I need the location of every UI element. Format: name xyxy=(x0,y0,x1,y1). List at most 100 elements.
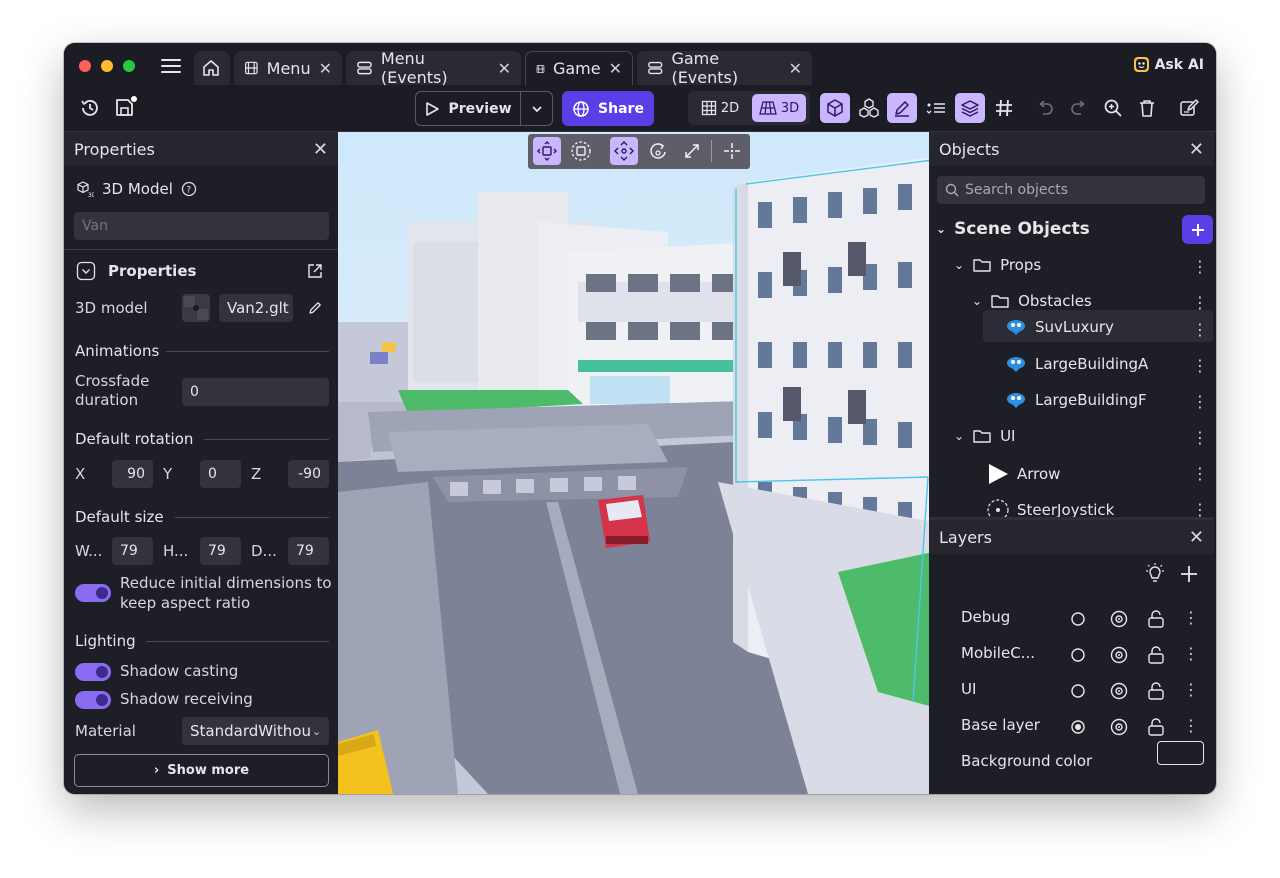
scene-objects-header[interactable]: ⌄ Scene Objects xyxy=(936,219,1090,239)
tab-home[interactable] xyxy=(194,51,230,85)
radio-unselected-icon[interactable] xyxy=(1070,611,1086,627)
visibility-eye-icon[interactable] xyxy=(1109,682,1129,700)
tree-folder-ui[interactable]: ⌄ UI xyxy=(954,427,1015,445)
crossfade-duration-input[interactable]: 0 xyxy=(182,378,329,406)
close-panel-icon[interactable]: ✕ xyxy=(1189,139,1204,160)
rotate-tool-button[interactable] xyxy=(644,137,672,165)
search-objects-input[interactable]: Search objects xyxy=(937,176,1205,204)
undo-button[interactable] xyxy=(1030,93,1060,123)
pencil-icon[interactable] xyxy=(307,300,323,320)
tree-object-suvluxury[interactable]: SuvLuxury xyxy=(1005,318,1114,336)
open-external-icon[interactable] xyxy=(307,263,323,283)
tab-game-events[interactable]: Game (Events) ✕ xyxy=(637,49,812,87)
scene-properties-button[interactable] xyxy=(1175,93,1205,123)
material-select[interactable]: StandardWithou xyxy=(182,717,329,745)
insert-object-button[interactable] xyxy=(820,93,850,123)
more-options-icon[interactable]: ⋮ xyxy=(1192,320,1208,339)
ask-ai-button[interactable]: Ask AI xyxy=(1133,56,1204,73)
select-tool-button[interactable] xyxy=(567,137,595,165)
add-object-button[interactable] xyxy=(1182,215,1213,244)
rotation-y-input[interactable]: 0 xyxy=(200,460,241,488)
help-icon[interactable]: ? xyxy=(181,181,197,197)
tree-object-largebuildingf[interactable]: LargeBuildingF xyxy=(1005,391,1147,409)
close-tab-icon[interactable]: ✕ xyxy=(319,59,332,78)
redo-button[interactable] xyxy=(1064,93,1094,123)
scene-viewport[interactable] xyxy=(338,132,933,794)
close-tab-icon[interactable]: ✕ xyxy=(609,59,622,78)
mode-2d-button[interactable]: 2D xyxy=(694,94,746,122)
depth-input[interactable]: 79 xyxy=(288,537,329,565)
properties-toggle-button[interactable] xyxy=(887,93,917,123)
tab-menu-events[interactable]: Menu (Events) ✕ xyxy=(346,49,521,87)
more-options-icon[interactable]: ⋮ xyxy=(1192,257,1208,276)
height-input[interactable]: 79 xyxy=(200,537,241,565)
layer-row-base-layer[interactable]: Base layer ⋮ xyxy=(961,708,1213,744)
layers-toggle-button[interactable] xyxy=(955,93,985,123)
unlock-icon[interactable] xyxy=(1147,645,1165,665)
unlock-icon[interactable] xyxy=(1147,681,1165,701)
more-options-icon[interactable]: ⋮ xyxy=(1192,464,1208,483)
mode-3d-button[interactable]: 3D xyxy=(752,94,806,122)
object-name-input[interactable] xyxy=(74,212,329,240)
close-window-button[interactable] xyxy=(79,60,91,72)
more-options-icon[interactable]: ⋮ xyxy=(1183,716,1199,735)
object-groups-button[interactable] xyxy=(854,93,884,123)
aspect-ratio-toggle[interactable] xyxy=(75,584,111,602)
rotation-z-input[interactable]: -90 xyxy=(288,460,329,488)
visibility-eye-icon[interactable] xyxy=(1109,646,1129,664)
close-panel-icon[interactable]: ✕ xyxy=(1189,527,1204,548)
radio-unselected-icon[interactable] xyxy=(1070,647,1086,663)
instances-list-button[interactable] xyxy=(921,93,951,123)
show-more-button[interactable]: › Show more xyxy=(74,754,329,787)
background-color-swatch[interactable] xyxy=(1157,741,1204,765)
zoom-window-button[interactable] xyxy=(123,60,135,72)
tree-folder-props[interactable]: ⌄ Props xyxy=(954,256,1041,274)
properties-section-header[interactable]: Properties xyxy=(76,261,196,281)
rotation-x-input[interactable]: 90 xyxy=(112,460,153,488)
tab-game[interactable]: Game ✕ xyxy=(525,51,633,85)
hamburger-menu-icon[interactable] xyxy=(160,57,182,79)
red-car[interactable] xyxy=(598,495,650,548)
tree-object-largebuildinga[interactable]: LargeBuildingA xyxy=(1005,355,1148,373)
tree-object-arrow[interactable]: Arrow xyxy=(987,463,1060,485)
delete-button[interactable] xyxy=(1132,93,1162,123)
visibility-eye-icon[interactable] xyxy=(1109,610,1129,628)
tree-folder-obstacles[interactable]: ⌄ Obstacles xyxy=(972,292,1092,310)
model-thumbnail[interactable] xyxy=(182,294,210,322)
layer-row-ui[interactable]: UI ⋮ xyxy=(961,672,1213,708)
tab-menu[interactable]: Menu ✕ xyxy=(234,51,342,85)
more-options-icon[interactable]: ⋮ xyxy=(1192,356,1208,375)
layer-row-debug[interactable]: Debug ⋮ xyxy=(961,600,1213,636)
move-tool-button[interactable] xyxy=(533,137,561,165)
preview-options-button[interactable] xyxy=(521,92,552,125)
history-button[interactable] xyxy=(75,93,105,123)
more-options-icon[interactable]: ⋮ xyxy=(1183,608,1199,627)
scale-tool-button[interactable] xyxy=(678,137,706,165)
share-button[interactable]: Share xyxy=(562,91,654,126)
unlock-icon[interactable] xyxy=(1147,717,1165,737)
layer-row-mobilec[interactable]: MobileC... ⋮ xyxy=(961,636,1213,672)
translate-tool-button[interactable] xyxy=(610,137,638,165)
more-options-icon[interactable]: ⋮ xyxy=(1192,428,1208,447)
shadow-receiving-toggle[interactable] xyxy=(75,691,111,709)
close-tab-icon[interactable]: ✕ xyxy=(789,59,802,78)
more-options-icon[interactable]: ⋮ xyxy=(1183,680,1199,699)
unlock-icon[interactable] xyxy=(1147,609,1165,629)
close-tab-icon[interactable]: ✕ xyxy=(498,59,511,78)
radio-unselected-icon[interactable] xyxy=(1070,683,1086,699)
zoom-button[interactable] xyxy=(1098,93,1128,123)
shadow-casting-toggle[interactable] xyxy=(75,663,111,681)
save-button[interactable] xyxy=(110,93,140,123)
focus-tool-button[interactable] xyxy=(718,137,746,165)
close-panel-icon[interactable]: ✕ xyxy=(313,139,328,160)
add-layer-button[interactable] xyxy=(1179,564,1199,588)
minimize-window-button[interactable] xyxy=(101,60,113,72)
lighting-layer-button[interactable] xyxy=(1143,562,1167,590)
more-options-icon[interactable]: ⋮ xyxy=(1183,644,1199,663)
width-input[interactable]: 79 xyxy=(112,537,153,565)
preview-button[interactable]: Preview xyxy=(416,92,520,125)
more-options-icon[interactable]: ⋮ xyxy=(1192,392,1208,411)
visibility-eye-icon[interactable] xyxy=(1109,718,1129,736)
grid-settings-button[interactable] xyxy=(989,93,1019,123)
scene-render[interactable] xyxy=(338,132,933,794)
